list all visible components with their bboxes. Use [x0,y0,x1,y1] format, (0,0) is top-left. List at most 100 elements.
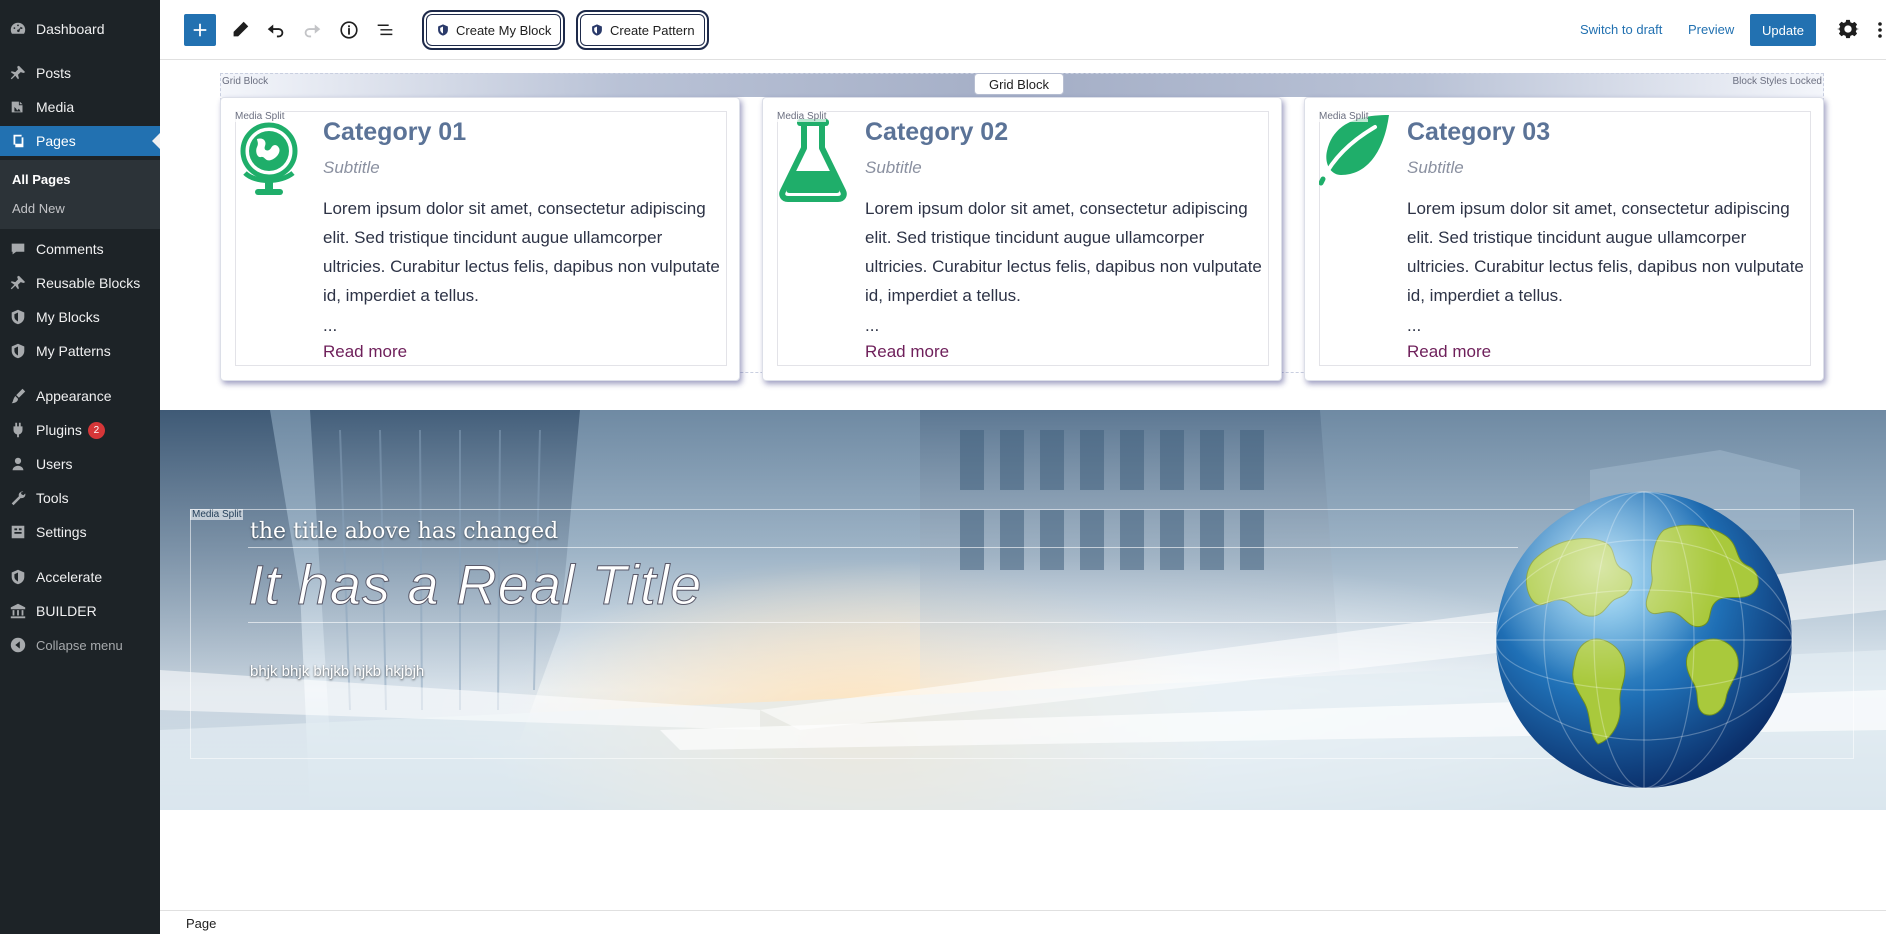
sidebar-item-label: Tools [36,490,69,506]
add-block-button[interactable] [184,14,216,46]
media-split-label: Media Split [1319,111,1369,122]
settings-gear-button[interactable] [1837,18,1861,42]
sidebar-item-appearance[interactable]: Appearance [0,381,160,411]
read-more-link[interactable]: Read more [1407,342,1491,362]
sidebar-item-plugins[interactable]: Plugins 2 [0,415,160,445]
bank-icon [8,601,28,621]
submenu-all-pages[interactable]: All Pages [12,172,71,187]
users-icon [8,454,28,474]
pin-icon [8,273,28,293]
sidebar-item-reusable-blocks[interactable]: Reusable Blocks [0,268,160,298]
info-icon [340,21,358,39]
more-options-button[interactable] [1874,18,1886,42]
hero-kicker[interactable]: the title above has changed [250,519,558,544]
sidebar-item-settings[interactable]: Settings [0,517,160,547]
switch-to-draft-button[interactable]: Switch to draft [1580,22,1662,37]
sidebar-item-my-patterns[interactable]: My Patterns [0,336,160,366]
shield-icon [592,24,602,36]
sidebar-item-label: Appearance [36,388,112,404]
sidebar-item-tools[interactable]: Tools [0,483,160,513]
dashboard-icon [8,19,28,39]
collapse-menu-label: Collapse menu [36,637,123,653]
plug-icon [8,420,28,440]
sidebar-item-label: Reusable Blocks [36,275,141,291]
sidebar-item-label: BUILDER [36,603,97,619]
card-subtitle[interactable]: Subtitle [323,158,380,178]
submenu-add-new[interactable]: Add New [12,201,65,216]
sidebar-item-dashboard[interactable]: Dashboard [0,14,160,44]
globe-icon [235,113,307,203]
collapse-arrow-icon [8,635,28,655]
sidebar-item-pages[interactable]: Pages [0,126,160,156]
sidebar-item-builder[interactable]: BUILDER [0,596,160,626]
media-split-label: Media Split [190,509,244,520]
card-ellipsis: ... [1407,316,1422,335]
edit-tool-button[interactable] [228,18,252,42]
pages-icon [8,131,28,151]
category-card[interactable]: Media Split Category 02 Subtitle Lorem i… [762,97,1282,381]
category-card[interactable]: Media Split Category 03 Subtitle Lorem i… [1304,97,1824,381]
plugins-update-badge: 2 [87,421,105,439]
list-view-icon [377,24,393,36]
card-body[interactable]: Lorem ipsum dolor sit amet, consectetur … [1407,194,1807,310]
grid-block[interactable]: Grid Block Block Styles Locked Grid Bloc… [220,73,1824,403]
gear-icon [1837,19,1859,39]
details-button[interactable] [337,18,361,42]
preview-button[interactable]: Preview [1688,22,1734,37]
hero-body[interactable]: bhjk bhjk bhjkb hjkb hkjbjh [250,663,424,680]
card-subtitle[interactable]: Subtitle [865,158,922,178]
card-subtitle[interactable]: Subtitle [1407,158,1464,178]
grid-block-title-tag[interactable]: Grid Block [974,73,1064,95]
redo-button[interactable] [300,18,324,42]
block-styles-locked-label: Block Styles Locked [1732,76,1823,87]
card-title[interactable]: Category 01 [323,118,466,147]
redo-icon [304,24,321,38]
title-bottom-rule [248,622,1518,623]
plus-icon [193,23,207,37]
shield-icon [438,24,448,36]
shield-icon [8,307,28,327]
pages-submenu: All Pages Add New [0,160,160,229]
card-title[interactable]: Category 03 [1407,118,1550,147]
create-my-block-button[interactable]: Create My Block [422,10,566,50]
comments-icon [8,239,28,259]
undo-button[interactable] [264,18,288,42]
grid-block-label: Grid Block [222,76,269,87]
wrench-icon [8,488,28,508]
admin-sidebar: Dashboard Posts Media Pages All Pages Ad… [0,0,160,934]
sidebar-item-label: Dashboard [36,21,105,37]
sidebar-item-label: Pages [36,133,76,149]
sidebar-item-media[interactable]: Media [0,92,160,122]
hero-title[interactable]: It has a Real Title [247,552,702,617]
sidebar-item-posts[interactable]: Posts [0,58,160,88]
create-pattern-button[interactable]: Create Pattern [576,10,709,50]
earth-globe-icon[interactable] [1494,490,1794,790]
card-body[interactable]: Lorem ipsum dolor sit amet, consectetur … [323,194,723,310]
card-title[interactable]: Category 02 [865,118,1008,147]
read-more-link[interactable]: Read more [865,342,949,362]
update-button[interactable]: Update [1750,14,1816,46]
list-view-button[interactable] [373,18,397,42]
shield-icon [8,567,28,587]
editor-toolbar: Create My Block Create Pattern Switch to… [160,0,1886,60]
sidebar-item-label: Users [36,456,73,472]
settings-icon [8,522,28,542]
media-split-label: Media Split [777,111,827,122]
sidebar-item-label: Posts [36,65,72,81]
collapse-menu-button[interactable]: Collapse menu [0,630,160,660]
sidebar-item-comments[interactable]: Comments [0,234,160,264]
sidebar-item-users[interactable]: Users [0,449,160,479]
sidebar-item-label: My Blocks [36,309,100,325]
card-body[interactable]: Lorem ipsum dolor sit amet, consectetur … [865,194,1265,310]
breadcrumb-page[interactable]: Page [186,916,216,931]
hero-media-split[interactable]: Media Split the title above has changed … [160,410,1886,810]
leaf-icon [1318,113,1391,203]
pencil-icon [233,21,249,37]
sidebar-item-my-blocks[interactable]: My Blocks [0,302,160,332]
sidebar-item-accelerate[interactable]: Accelerate [0,562,160,592]
category-card[interactable]: Media Split Category 01 Subtitle Lorem i… [220,97,740,381]
sidebar-item-label: Accelerate [36,569,103,585]
pin-icon [8,63,28,83]
read-more-link[interactable]: Read more [323,342,407,362]
sidebar-item-label: Media [36,99,75,115]
